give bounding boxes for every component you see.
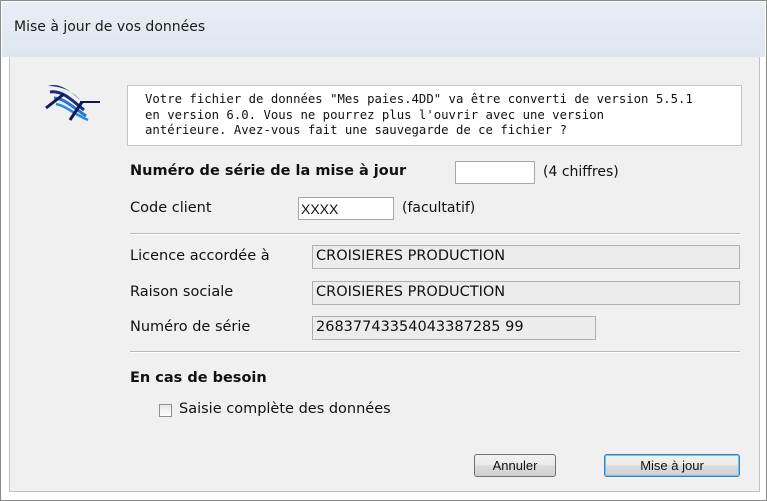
serial-number-label: Numéro de série: [130, 319, 251, 335]
company-field: CROISIERES PRODUCTION: [312, 281, 740, 305]
cancel-button[interactable]: Annuler: [474, 454, 556, 477]
full-entry-checkbox-label[interactable]: Saisie complète des données: [179, 401, 391, 417]
client-code-label: Code client: [130, 200, 212, 216]
company-label: Raison sociale: [130, 284, 234, 300]
chair-logo-icon: [45, 84, 100, 122]
separator-1: [130, 233, 740, 235]
fallback-heading: En cas de besoin: [130, 370, 267, 386]
window-title: Mise à jour de vos données: [14, 19, 206, 35]
separator-2: [130, 351, 740, 353]
update-button[interactable]: Mise à jour: [604, 454, 740, 477]
serial-update-input[interactable]: [455, 161, 535, 184]
client-code-input[interactable]: [298, 197, 394, 220]
serial-update-hint: (4 chiffres): [543, 164, 619, 180]
client-code-hint: (facultatif): [402, 200, 476, 216]
message-text: Votre fichier de données "Mes paies.4DD"…: [145, 92, 693, 137]
license-granted-field: CROISIERES PRODUCTION: [312, 245, 740, 269]
serial-number-field: 26837743354043387285 99: [312, 316, 596, 340]
serial-update-label: Numéro de série de la mise à jour: [130, 163, 407, 179]
title-bar: Mise à jour de vos données: [2, 2, 765, 57]
license-granted-label: Licence accordée à: [130, 248, 270, 264]
full-entry-checkbox[interactable]: [159, 404, 172, 417]
